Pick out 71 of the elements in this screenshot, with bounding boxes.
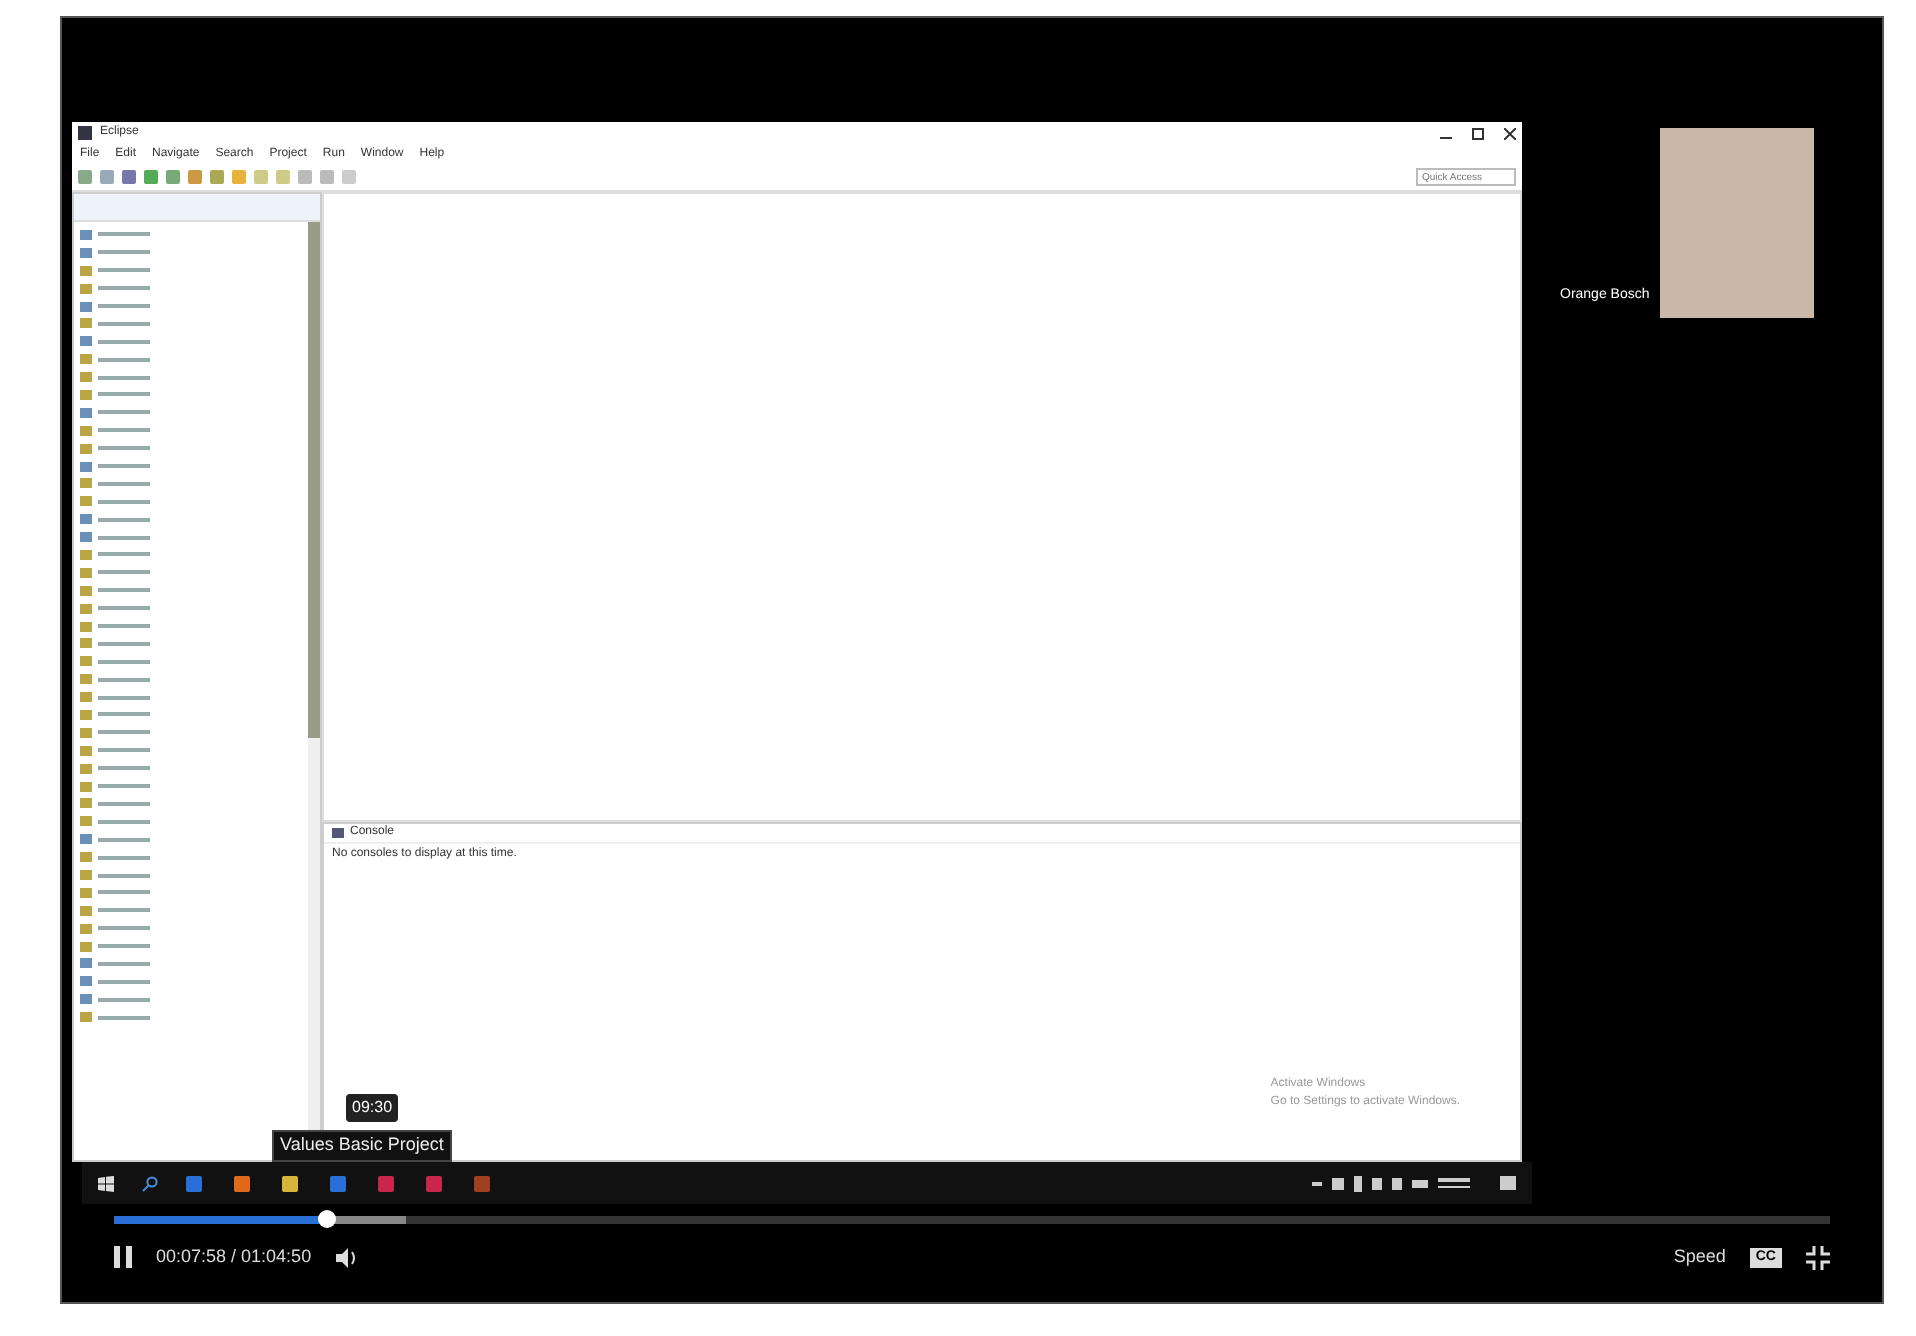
- blurred-label[interactable]: [98, 784, 150, 789]
- hover-time: 09:30: [346, 1094, 399, 1122]
- fullscreen-exit-icon[interactable]: [1806, 1245, 1830, 1270]
- progress-thumb[interactable]: [318, 1210, 337, 1228]
- blurred-label[interactable]: [98, 321, 150, 326]
- progress-track[interactable]: [114, 1216, 1830, 1224]
- blurred-label[interactable]: [98, 481, 150, 486]
- blurred-label[interactable]: [98, 659, 150, 664]
- project-icon: [80, 1012, 92, 1023]
- blurred-label[interactable]: [98, 712, 150, 717]
- blurred-label[interactable]: [98, 392, 150, 397]
- restore-icon[interactable]: [1472, 127, 1484, 139]
- taskbar-tooltip: Values Basic Project: [272, 1130, 452, 1161]
- app-icon[interactable]: [330, 1175, 346, 1191]
- notification-icon[interactable]: [1500, 1175, 1516, 1191]
- blurred-label[interactable]: [98, 624, 150, 629]
- blurred-label[interactable]: [98, 979, 150, 984]
- time-display: 00:07:58 / 01:04:50: [156, 1244, 312, 1270]
- blurred-label[interactable]: [98, 766, 150, 771]
- blurred-label[interactable]: [98, 375, 150, 380]
- blurred-label[interactable]: [98, 339, 150, 344]
- blurred-label[interactable]: [98, 695, 150, 700]
- app-icon[interactable]: [234, 1175, 250, 1191]
- blurred-label[interactable]: [98, 1015, 150, 1020]
- search-icon[interactable]: [142, 1175, 158, 1191]
- blurred-label[interactable]: [98, 517, 150, 522]
- blurred-label[interactable]: [98, 926, 150, 931]
- app-icon[interactable]: [282, 1175, 298, 1191]
- blurred-label[interactable]: [98, 428, 150, 433]
- app-icon: [78, 126, 92, 140]
- blurred-label[interactable]: [98, 552, 150, 557]
- blurred-label[interactable]: [98, 410, 150, 415]
- blurred-label[interactable]: [98, 997, 150, 1002]
- app-icon[interactable]: [186, 1175, 202, 1191]
- blurred-label[interactable]: [98, 535, 150, 540]
- project-icon: [80, 318, 92, 329]
- start-icon[interactable]: [98, 1175, 114, 1191]
- blurred-label[interactable]: [98, 677, 150, 682]
- blurred-label[interactable]: [98, 570, 150, 575]
- blurred-label[interactable]: [98, 855, 150, 860]
- folder-icon: [80, 461, 92, 472]
- blurred-label[interactable]: [98, 961, 150, 966]
- scrollbar-thumb[interactable]: [308, 222, 320, 738]
- blurred-label[interactable]: [98, 837, 150, 842]
- folder-icon: [80, 407, 92, 418]
- close-icon[interactable]: [1504, 127, 1516, 139]
- blurred-label[interactable]: [98, 499, 150, 504]
- blurred-label[interactable]: [98, 464, 150, 469]
- blurred-label[interactable]: [98, 232, 150, 237]
- blurred-label[interactable]: [98, 268, 150, 273]
- volume-icon[interactable]: [335, 1247, 360, 1268]
- blurred-label[interactable]: [98, 730, 150, 735]
- blurred-label[interactable]: [98, 944, 150, 949]
- speed-button[interactable]: Speed: [1673, 1244, 1726, 1271]
- console-icon: [332, 828, 344, 838]
- folder-icon: [80, 834, 92, 845]
- blurred-label[interactable]: [98, 819, 150, 824]
- blurred-label[interactable]: [98, 250, 150, 255]
- blurred-label[interactable]: [98, 606, 150, 611]
- blurred-label[interactable]: [98, 357, 150, 362]
- blurred-label[interactable]: [98, 801, 150, 806]
- blurred-label[interactable]: [98, 641, 150, 646]
- pause-icon[interactable]: [114, 1246, 132, 1269]
- blurred-label[interactable]: [98, 446, 150, 451]
- blurred-label[interactable]: [98, 908, 150, 913]
- blurred-label[interactable]: [98, 588, 150, 593]
- folder-icon: [80, 301, 92, 311]
- folder-icon: [80, 336, 92, 347]
- blurred-label[interactable]: [98, 748, 150, 753]
- blurred-label[interactable]: [98, 890, 150, 895]
- blurred-label[interactable]: [98, 286, 150, 291]
